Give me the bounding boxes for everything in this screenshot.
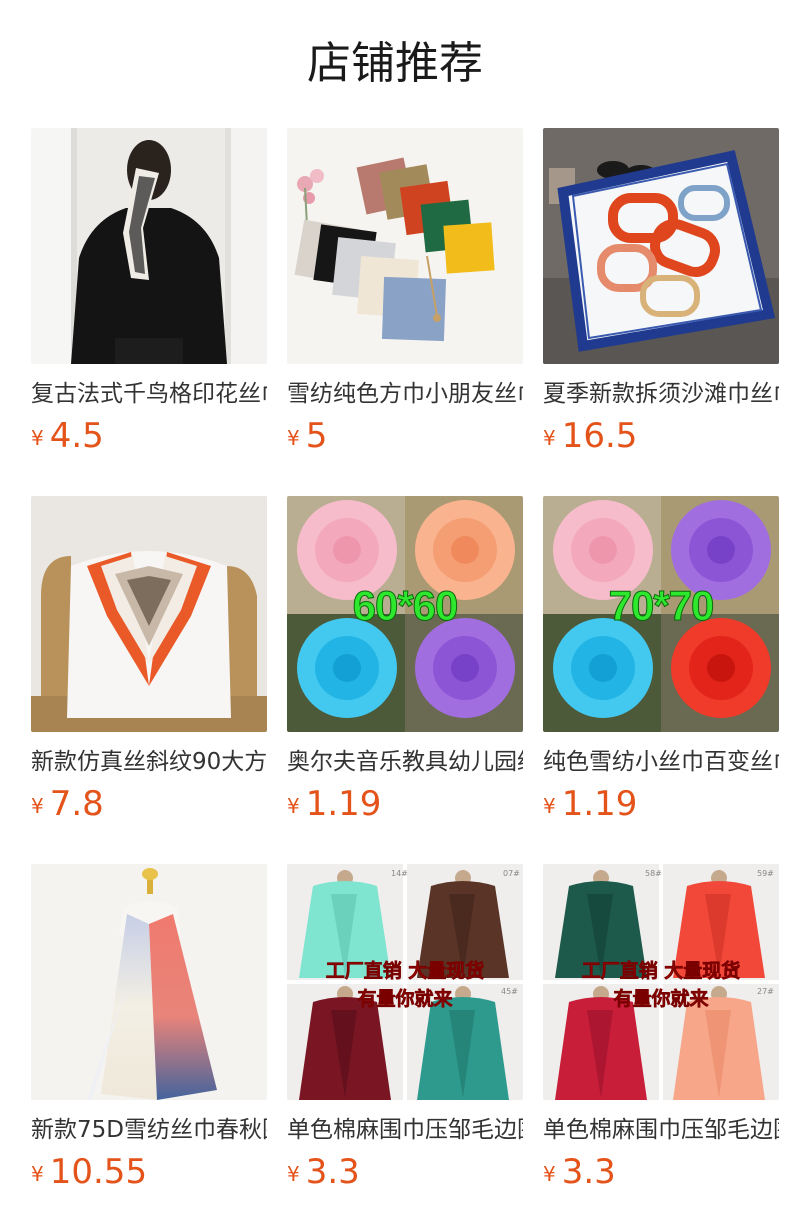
product-image[interactable] [31, 496, 267, 732]
product-name[interactable]: 雪纺纯色方巾小朋友丝巾 [287, 378, 523, 410]
price-amount: 10.55 [49, 1152, 148, 1192]
price-amount: 3.3 [305, 1152, 360, 1192]
page-title: 店铺推荐 [307, 38, 483, 89]
product-name[interactable]: 新款75D雪纺丝巾春秋围巾 [31, 1114, 267, 1146]
promo-overlay-line2: 有量你就来 [613, 988, 709, 1011]
product-image[interactable]: 58# 59# 27# 工厂直销 大量现货 有量你就来 [543, 864, 779, 1100]
product-name[interactable]: 夏季新款拆须沙滩巾丝巾 [543, 378, 779, 410]
price-amount: 3.3 [561, 1152, 616, 1192]
price-amount: 4.5 [49, 416, 104, 456]
promo-overlay-line1: 工厂直销 大量现货 [325, 960, 485, 983]
size-overlay-label: 70*70 [608, 582, 715, 630]
product-name[interactable]: 单色棉麻围巾压邹毛边围巾 [287, 1114, 523, 1146]
currency-symbol: ¥ [287, 794, 300, 818]
product-image[interactable]: 70*70 [543, 496, 779, 732]
product-image[interactable]: 14# 07# 45# 工厂直销 大量现货 有量你就来 [287, 864, 523, 1100]
currency-symbol: ¥ [543, 426, 556, 450]
product-name[interactable]: 纯色雪纺小丝巾百变丝巾 [543, 746, 779, 778]
product-price: ¥7.8 [31, 784, 267, 824]
currency-symbol: ¥ [287, 426, 300, 450]
product-price: ¥16.5 [543, 416, 779, 456]
product-image[interactable] [543, 128, 779, 364]
product-card[interactable]: 新款仿真丝斜纹90大方巾 ¥7.8 [31, 496, 267, 824]
product-price: ¥4.5 [31, 416, 267, 456]
swatch-tag: 58# [645, 869, 662, 878]
swatch-tag: 07# [503, 869, 520, 878]
product-card[interactable]: 夏季新款拆须沙滩巾丝巾 ¥16.5 [543, 128, 779, 456]
product-image[interactable]: 60*60 [287, 496, 523, 732]
product-image[interactable] [31, 864, 267, 1100]
product-name[interactable]: 奥尔夫音乐教具幼儿园纱巾 [287, 746, 523, 778]
product-price: ¥10.55 [31, 1152, 267, 1192]
product-image[interactable] [287, 128, 523, 364]
product-image[interactable] [31, 128, 267, 364]
currency-symbol: ¥ [31, 794, 44, 818]
product-card[interactable]: 复古法式千鸟格印花丝巾 ¥4.5 [31, 128, 267, 456]
size-overlay-label: 60*60 [352, 582, 459, 630]
orange-border-scarf-on-chair-photo [31, 496, 267, 732]
swatch-tag: 59# [757, 869, 774, 878]
woman-black-blazer-printed-hair-scarf-photo [31, 128, 267, 364]
price-amount: 1.19 [561, 784, 638, 824]
gradient-chiffon-scarf-on-mannequin-photo [31, 864, 267, 1100]
promo-overlay-line1: 工厂直销 大量现货 [581, 960, 741, 983]
product-name[interactable]: 单色棉麻围巾压邹毛边围巾 [543, 1114, 779, 1146]
price-amount: 7.8 [49, 784, 104, 824]
swatch-tag: 14# [391, 869, 408, 878]
currency-symbol: ¥ [31, 1162, 44, 1186]
currency-symbol: ¥ [543, 794, 556, 818]
price-amount: 1.19 [305, 784, 382, 824]
product-card[interactable]: 58# 59# 27# 工厂直销 大量现货 有量你就来 单色棉麻围巾压邹毛边围巾… [543, 864, 779, 1192]
price-amount: 16.5 [561, 416, 638, 456]
product-price: ¥3.3 [287, 1152, 523, 1192]
promo-overlay-line2: 有量你就来 [357, 988, 453, 1011]
currency-symbol: ¥ [31, 426, 44, 450]
product-price: ¥3.3 [543, 1152, 779, 1192]
product-price: ¥5 [287, 416, 523, 456]
price-amount: 5 [305, 416, 328, 456]
currency-symbol: ¥ [287, 1162, 300, 1186]
product-name[interactable]: 复古法式千鸟格印花丝巾 [31, 378, 267, 410]
product-name[interactable]: 新款仿真丝斜纹90大方巾 [31, 746, 267, 778]
product-card[interactable]: 新款75D雪纺丝巾春秋围巾 ¥10.55 [31, 864, 267, 1192]
product-price: ¥1.19 [543, 784, 779, 824]
product-card[interactable]: 60*60 奥尔夫音乐教具幼儿园纱巾 ¥1.19 [287, 496, 523, 824]
product-price: ¥1.19 [287, 784, 523, 824]
chain-print-blue-border-scarf-photo [543, 128, 779, 364]
currency-symbol: ¥ [543, 1162, 556, 1186]
product-card[interactable]: 70*70 纯色雪纺小丝巾百变丝巾 ¥1.19 [543, 496, 779, 824]
product-card[interactable]: 雪纺纯色方巾小朋友丝巾 ¥5 [287, 128, 523, 456]
solid-color-square-scarves-fan-photo [287, 128, 523, 364]
product-card[interactable]: 14# 07# 45# 工厂直销 大量现货 有量你就来 单色棉麻围巾压邹毛边围巾… [287, 864, 523, 1192]
